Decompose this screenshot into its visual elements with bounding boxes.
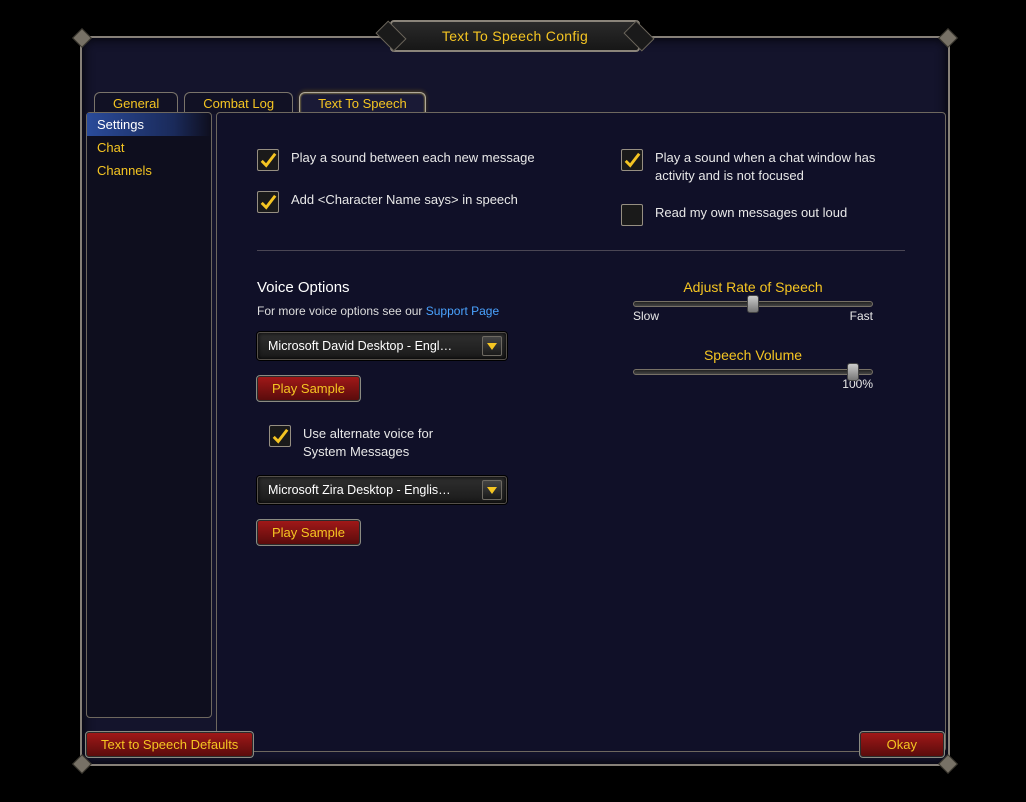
corner-ornament: [72, 28, 92, 48]
defaults-button[interactable]: Text to Speech Defaults: [86, 732, 253, 757]
sidebar: Settings Chat Channels: [86, 112, 212, 718]
rate-slider-thumb[interactable]: [747, 295, 759, 313]
tab-general[interactable]: General: [94, 92, 178, 114]
config-frame: Text To Speech Config General Combat Log…: [80, 36, 950, 766]
voice-help-text: For more voice options see our Support P…: [257, 304, 561, 318]
voice-dropdown-alt[interactable]: Microsoft Zira Desktop - Englis…: [257, 476, 507, 504]
rate-slider-right-label: Fast: [850, 309, 873, 323]
voice-row: Voice Options For more voice options see…: [257, 279, 905, 565]
play-sample-alt-button[interactable]: Play Sample: [257, 520, 360, 545]
settings-panel: Play a sound between each new message Ad…: [216, 112, 946, 752]
checkbox-play-sound-between[interactable]: [257, 149, 279, 171]
sidebar-item-channels[interactable]: Channels: [87, 159, 211, 182]
tab-text-to-speech[interactable]: Text To Speech: [299, 92, 426, 114]
check-icon: [271, 427, 289, 445]
rate-slider-left-label: Slow: [633, 309, 659, 323]
check-icon: [259, 193, 277, 211]
voice-dropdown-primary[interactable]: Microsoft David Desktop - Engl…: [257, 332, 507, 360]
footer: Text to Speech Defaults Okay: [86, 728, 944, 760]
title-bar: Text To Speech Config: [390, 20, 640, 52]
okay-button[interactable]: Okay: [860, 732, 944, 757]
label-add-character-says: Add <Character Name says> in speech: [291, 191, 518, 209]
voice-help-prefix: For more voice options see our: [257, 304, 426, 318]
chevron-down-icon: [482, 336, 502, 356]
corner-ornament: [938, 28, 958, 48]
volume-slider-title: Speech Volume: [633, 347, 873, 363]
divider: [257, 250, 905, 251]
sidebar-item-settings[interactable]: Settings: [87, 113, 211, 136]
label-play-sound-between: Play a sound between each new message: [291, 149, 535, 167]
checkbox-add-character-says[interactable]: [257, 191, 279, 213]
page-title: Text To Speech Config: [442, 28, 588, 44]
check-icon: [623, 151, 641, 169]
tabs-row: General Combat Log Text To Speech: [94, 92, 426, 114]
sidebar-item-chat[interactable]: Chat: [87, 136, 211, 159]
chevron-down-icon: [482, 480, 502, 500]
label-read-own-messages: Read my own messages out loud: [655, 204, 847, 222]
checkbox-activity-sound[interactable]: [621, 149, 643, 171]
volume-slider[interactable]: [633, 369, 873, 375]
checkbox-read-own-messages[interactable]: [621, 204, 643, 226]
tab-combat-log[interactable]: Combat Log: [184, 92, 293, 114]
voice-dropdown-primary-text: Microsoft David Desktop - Engl…: [268, 339, 482, 353]
rate-slider[interactable]: [633, 301, 873, 307]
voice-options-title: Voice Options: [257, 279, 561, 296]
rate-slider-title: Adjust Rate of Speech: [633, 279, 873, 295]
voice-dropdown-alt-text: Microsoft Zira Desktop - Englis…: [268, 483, 482, 497]
label-activity-sound: Play a sound when a chat window has acti…: [655, 149, 905, 184]
volume-slider-thumb[interactable]: [847, 363, 859, 381]
support-page-link[interactable]: Support Page: [426, 304, 499, 318]
check-icon: [259, 151, 277, 169]
play-sample-primary-button[interactable]: Play Sample: [257, 376, 360, 401]
label-alt-voice: Use alternate voice for System Messages: [303, 425, 463, 460]
checkbox-alt-voice[interactable]: [269, 425, 291, 447]
checks-row: Play a sound between each new message Ad…: [257, 149, 905, 226]
